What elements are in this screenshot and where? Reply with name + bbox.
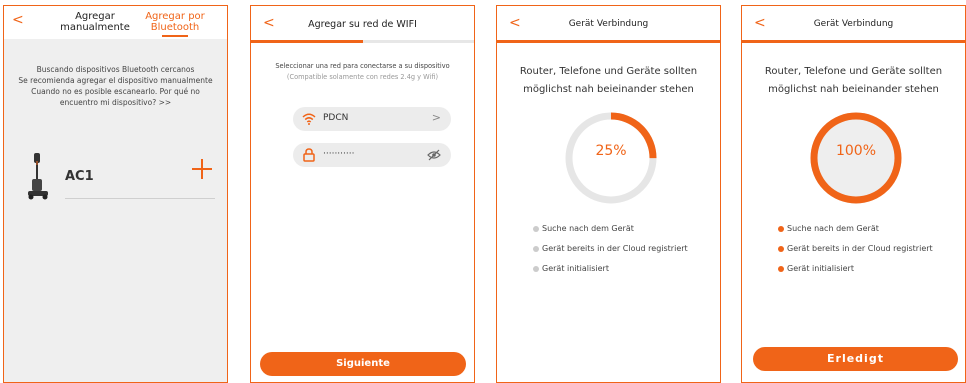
device-name: AC1	[65, 169, 94, 184]
wifi-network-select[interactable]: PDCN >	[293, 107, 451, 131]
instruction-line: Router, Telefone und Geräte sollten	[519, 66, 698, 77]
proximity-instructions: Router, Telefone und Geräte sollten mögl…	[497, 63, 720, 99]
back-icon[interactable]: <	[12, 12, 24, 28]
wifi-icon	[302, 113, 316, 125]
instruction-line: möglichst nah beieinander stehen	[523, 84, 694, 95]
eye-hidden-icon[interactable]	[427, 149, 441, 161]
page-title: Gerät Verbindung	[813, 19, 894, 29]
scan-message: Buscando dispositivos Bluetooth cercanos…	[4, 64, 227, 108]
connection-steps: Suche nach dem Gerät Gerät bereits in de…	[533, 223, 688, 283]
chevron-right-icon: >	[431, 111, 441, 124]
divider	[65, 198, 215, 199]
step-label: Suche nach dem Gerät	[787, 224, 879, 233]
wifi-instruction-text: Seleccionar una red para conectarse a su…	[275, 62, 450, 70]
page-title: Gerät Verbindung	[568, 19, 649, 29]
step-status-dot	[533, 266, 539, 272]
scan-message-line: Buscando dispositivos Bluetooth cercanos	[36, 65, 195, 74]
header-divider	[742, 40, 965, 43]
screen-connected: < Gerät Verbindung Router, Telefone und …	[741, 5, 966, 383]
vacuum-cleaner-icon	[28, 153, 48, 200]
progress-percent: 100%	[835, 143, 877, 159]
step-label: Suche nach dem Gerät	[542, 224, 634, 233]
wifi-network-name: PDCN	[323, 113, 349, 123]
screen-wifi-setup: < Agregar su red de WIFI Seleccionar una…	[250, 5, 475, 383]
password-field[interactable]: ···········	[293, 143, 451, 167]
active-tab-indicator	[162, 35, 188, 37]
step-status-dot	[778, 226, 784, 232]
wifi-instructions: Seleccionar una red para conectarse a su…	[251, 61, 474, 83]
password-value: ···········	[323, 149, 355, 159]
tab-add-bluetooth[interactable]: Agregar por Bluetooth	[135, 11, 215, 33]
step-item: Gerät bereits in der Cloud registriert	[533, 243, 688, 263]
step-status-dot	[533, 226, 539, 232]
instruction-line: Router, Telefone und Geräte sollten	[764, 66, 943, 77]
step-item: Gerät initialisiert	[533, 263, 688, 283]
step-status-dot	[533, 246, 539, 252]
lock-icon	[303, 148, 315, 162]
scan-panel: Buscando dispositivos Bluetooth cercanos…	[4, 39, 227, 382]
plus-icon[interactable]	[192, 159, 212, 179]
progress-percent: 25%	[595, 143, 627, 159]
step-progress-fill	[251, 40, 363, 43]
step-label: Gerät initialisiert	[542, 264, 609, 273]
page-title: Agregar su red de WIFI	[308, 19, 417, 30]
scan-message-line: Cuando no es posible escanearlo. Por qué…	[31, 87, 200, 96]
step-label: Gerät initialisiert	[787, 264, 854, 273]
connection-steps: Suche nach dem Gerät Gerät bereits in de…	[778, 223, 933, 283]
why-not-found-link[interactable]: encuentro mi dispositivo? >>	[4, 97, 227, 108]
step-item: Suche nach dem Gerät	[778, 223, 933, 243]
step-item: Gerät initialisiert	[778, 263, 933, 283]
instruction-line: möglichst nah beieinander stehen	[768, 84, 939, 95]
screen-connecting: < Gerät Verbindung Router, Telefone und …	[496, 5, 721, 383]
wifi-compat-note: (Compatible solamente con redes 2.4g y W…	[286, 73, 439, 81]
tab-add-manually[interactable]: Agregar manualmente	[55, 11, 135, 33]
step-status-dot	[778, 246, 784, 252]
device-row[interactable]: AC1	[25, 151, 215, 201]
step-status-dot	[778, 266, 784, 272]
header: < Agregar manualmente Agregar por Blueto…	[4, 6, 227, 39]
step-item: Suche nach dem Gerät	[533, 223, 688, 243]
header-divider	[497, 40, 720, 43]
proximity-instructions: Router, Telefone und Geräte sollten mögl…	[742, 63, 965, 99]
step-progress-bar	[251, 40, 474, 43]
next-button[interactable]: Siguiente	[260, 352, 466, 376]
done-button[interactable]: Erledigt	[753, 347, 958, 371]
screen-bluetooth-scan: < Agregar manualmente Agregar por Blueto…	[3, 5, 228, 383]
scan-message-line: Se recomienda agregar el dispositivo man…	[18, 76, 213, 85]
step-item: Gerät bereits in der Cloud registriert	[778, 243, 933, 263]
step-label: Gerät bereits in der Cloud registriert	[787, 244, 933, 253]
step-label: Gerät bereits in der Cloud registriert	[542, 244, 688, 253]
